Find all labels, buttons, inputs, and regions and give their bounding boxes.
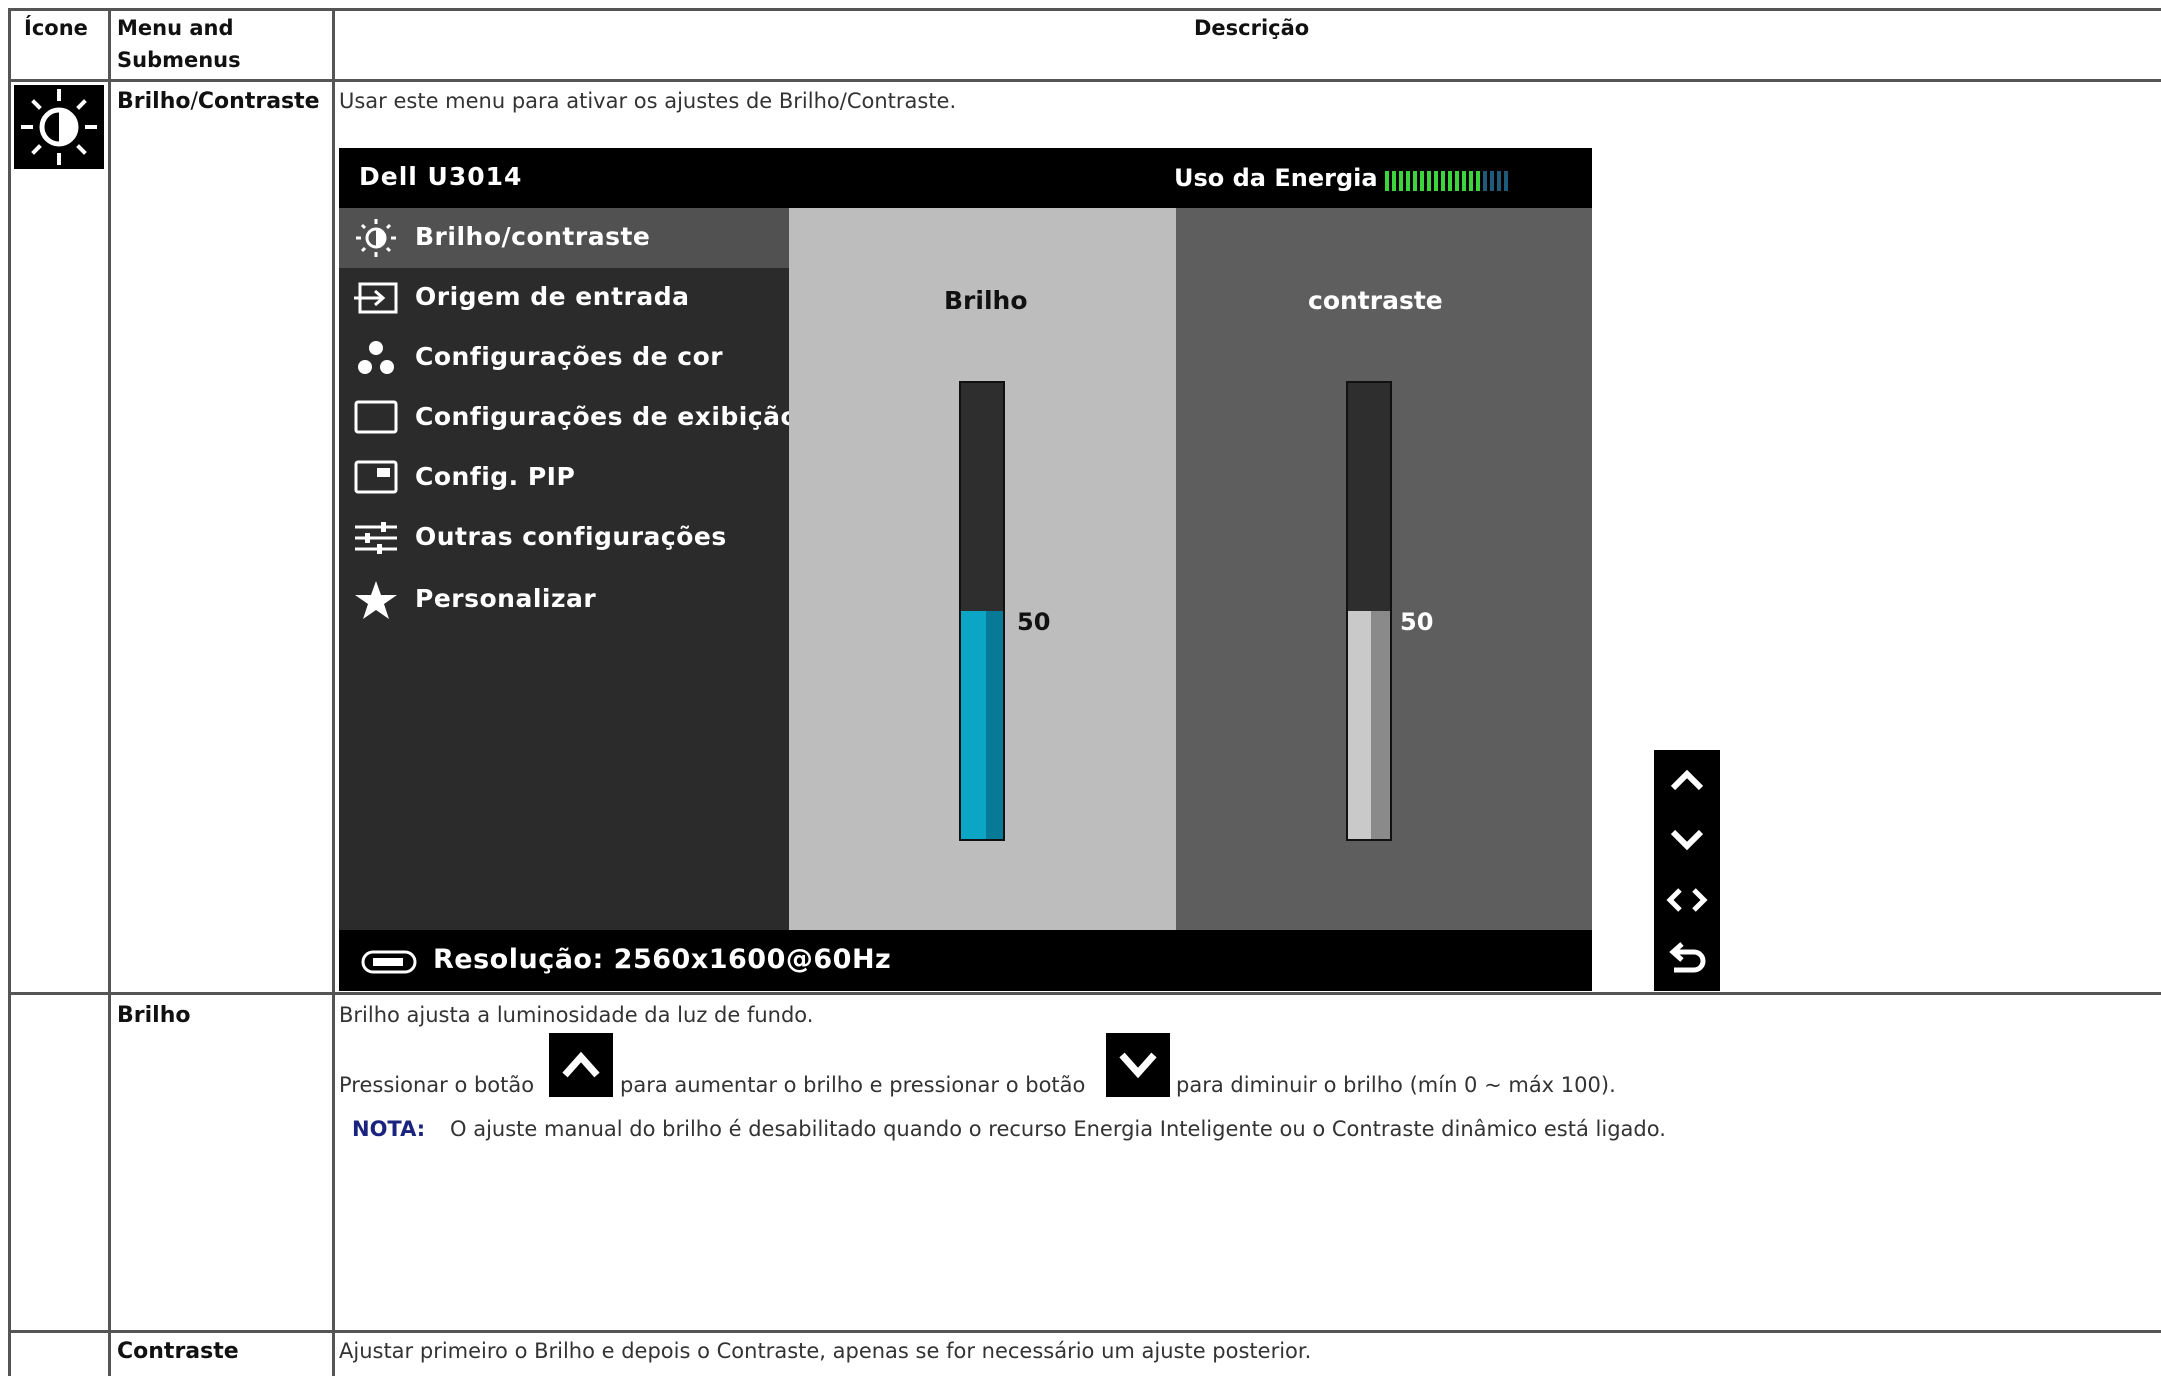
brightness-slider[interactable] (959, 381, 1005, 841)
header-menu-column-line2: Submenus (117, 48, 241, 72)
row3-menu-label: Contraste (117, 1339, 239, 1364)
energy-meter-segment (1392, 171, 1396, 191)
row2-text2-a: Pressionar o botão (339, 1073, 535, 1097)
contrast-slider-fill (1348, 611, 1390, 839)
back-arrow-icon (1669, 942, 1706, 973)
label-separator: / (190, 89, 198, 114)
display-rect-icon (354, 400, 398, 434)
menu-item-label: Configurações de exibição (415, 402, 799, 431)
left-right-button[interactable] (1654, 870, 1720, 930)
menu-item-label: Configurações de cor (415, 342, 724, 371)
menu-item-label: Personalizar (415, 584, 597, 613)
contrast-slider[interactable] (1346, 381, 1392, 841)
input-connector-icon (361, 950, 417, 974)
brightness-value: 50 (1017, 608, 1051, 636)
star-icon (355, 581, 397, 619)
header-separator (8, 79, 2161, 82)
row2-text1: Brilho ajusta a luminosidade da luz de f… (339, 1003, 814, 1027)
down-arrow-icon (1670, 829, 1704, 851)
energy-meter-segment (1385, 171, 1389, 191)
inline-up-button (549, 1033, 613, 1097)
monitor-buttons-strip (1654, 750, 1720, 991)
menu-item-other-settings[interactable]: Outras configurações (339, 508, 789, 568)
down-arrow-button[interactable] (1654, 810, 1720, 870)
row1-menu-label: Brilho/Contraste (117, 89, 320, 114)
energy-meter-segment (1413, 171, 1417, 191)
energy-meter-segment (1469, 171, 1473, 191)
contrast-label: contraste (1308, 286, 1443, 315)
label-contraste: Contraste (197, 89, 320, 114)
brightness-contrast-icon (14, 85, 104, 169)
row2-text2-b: para aumentar o brilho e pressionar o bo… (620, 1073, 1086, 1097)
energy-meter-segment (1406, 171, 1410, 191)
energy-meter-segment (1420, 171, 1424, 191)
osd-footer: Resolução: 2560x1600@60Hz (339, 930, 1592, 991)
energy-meter-segment (1448, 171, 1452, 191)
menu-item-brightness-contrast[interactable]: Brilho/contraste (339, 208, 789, 268)
menu-item-display-settings[interactable]: Configurações de exibição (339, 388, 798, 448)
back-button[interactable] (1654, 930, 1720, 990)
menu-item-label: Brilho/contraste (415, 222, 651, 251)
energy-usage-label: Uso da Energia (1174, 164, 1378, 192)
menu-item-label: Outras configurações (415, 522, 727, 551)
label-brilho: Brilho (117, 89, 191, 114)
up-arrow-icon (562, 1051, 600, 1078)
row2-text2-c: para diminuir o brilho (mín 0 ~ máx 100)… (1176, 1073, 1616, 1097)
energy-meter-segment (1399, 171, 1403, 191)
table-border-top (8, 8, 2161, 11)
brightness-label: Brilho (944, 286, 1028, 315)
menu-item-label: Origem de entrada (415, 282, 690, 311)
header-description-column: Descrição (1194, 16, 1310, 40)
energy-meter-segment (1497, 171, 1501, 191)
document-page: Ícone Menu and Submenus Descrição Brilho… (0, 0, 2161, 1376)
brightness-slider-fill (961, 611, 1003, 839)
energy-meter-segment (1441, 171, 1445, 191)
brightness-icon (356, 219, 396, 257)
energy-meter-segment (1504, 171, 1508, 191)
energy-meter-segment (1490, 171, 1494, 191)
contrast-pane: contraste 50 (1176, 208, 1592, 930)
inline-down-button (1106, 1033, 1170, 1097)
color-dots-icon (358, 341, 394, 374)
energy-meter-segment (1434, 171, 1438, 191)
energy-meter-segment (1427, 171, 1431, 191)
input-source-icon (354, 282, 398, 314)
resolution-text: Resolução: 2560x1600@60Hz (433, 944, 892, 975)
energy-meter-segment (1476, 171, 1480, 191)
table-border-left (8, 8, 11, 1376)
header-menu-column-line1: Menu and (117, 16, 234, 40)
energy-meter-segment (1455, 171, 1459, 191)
contrast-value: 50 (1400, 608, 1434, 636)
down-arrow-icon (1119, 1052, 1157, 1079)
menu-item-pip-settings[interactable]: Config. PIP (339, 448, 789, 508)
note-text: O ajuste manual do brilho é desabilitado… (450, 1117, 1666, 1141)
osd-title-bar: Dell U3014 Uso da Energia (339, 148, 1592, 208)
energy-usage-meter (1385, 171, 1508, 191)
menu-item-input-source[interactable]: Origem de entrada (339, 268, 789, 328)
menu-item-personalize[interactable]: Personalizar (339, 570, 789, 630)
menu-item-label: Config. PIP (415, 462, 576, 491)
column-divider-2 (332, 8, 335, 1376)
energy-meter-segment (1462, 171, 1466, 191)
row2-separator (8, 1330, 2161, 1333)
osd-main-menu: Brilho/contraste Origem de entrada Confi… (339, 208, 798, 930)
brightness-pane: Brilho 50 (789, 208, 1176, 930)
row1-separator (8, 992, 2161, 995)
menu-item-color-settings[interactable]: Configurações de cor (339, 328, 789, 388)
row3-text: Ajustar primeiro o Brilho e depois o Con… (339, 1339, 1312, 1363)
up-arrow-icon (1670, 769, 1704, 791)
note-label: NOTA: (352, 1117, 426, 1141)
header-icon-column: Ícone (24, 16, 88, 40)
monitor-model: Dell U3014 (359, 162, 523, 191)
sliders-icon (355, 522, 397, 554)
pip-icon (354, 460, 398, 494)
osd-menu-screenshot: Dell U3014 Uso da Energia Brilho/contras… (339, 148, 1592, 991)
row2-menu-label: Brilho (117, 1003, 191, 1028)
row1-intro-text: Usar este menu para ativar os ajustes de… (339, 89, 957, 113)
up-arrow-button[interactable] (1654, 750, 1720, 810)
energy-meter-segment (1483, 171, 1487, 191)
left-right-arrows-icon (1666, 888, 1708, 912)
column-divider-1 (108, 8, 111, 1376)
